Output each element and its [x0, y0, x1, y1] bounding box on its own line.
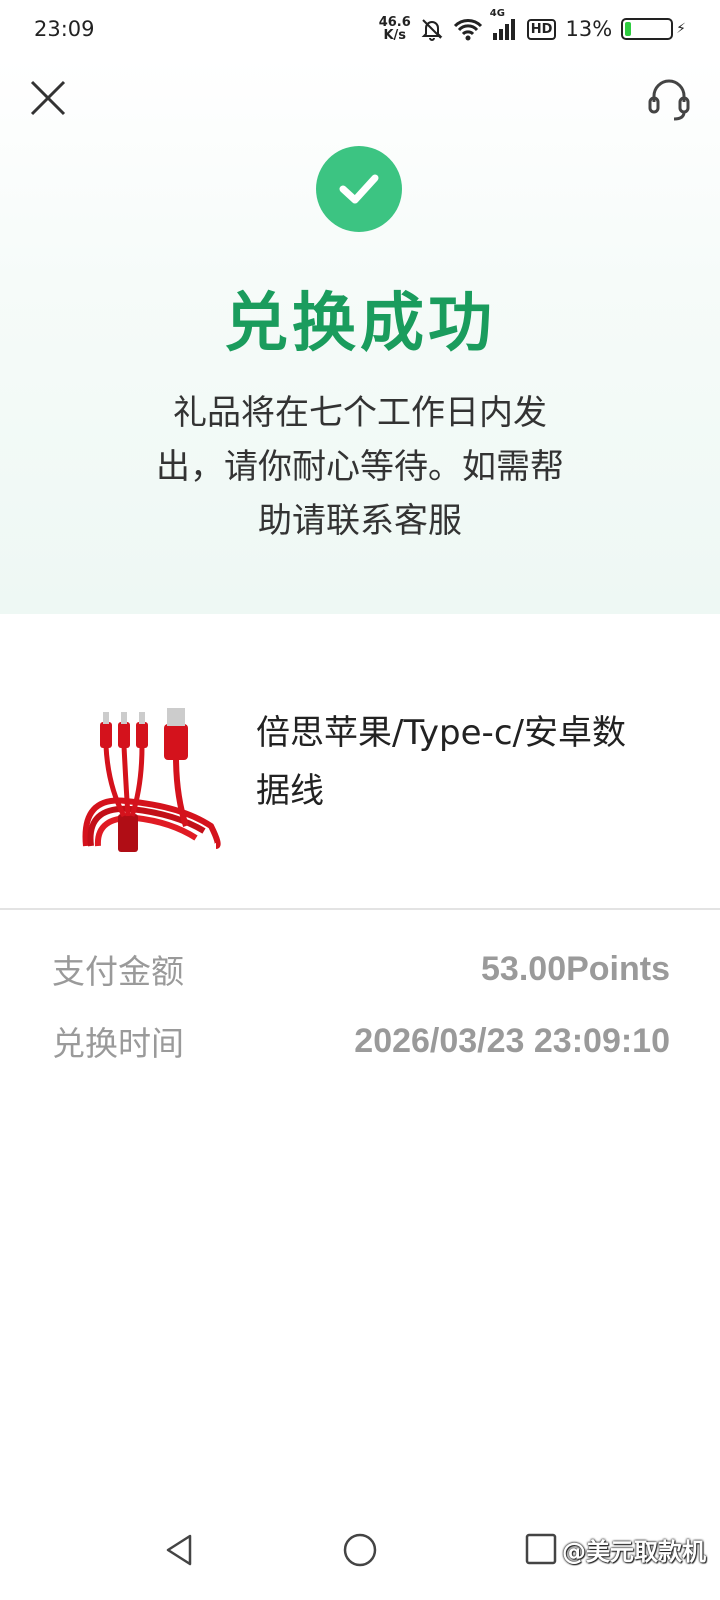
amount-value: 53.00Points [481, 949, 670, 988]
mute-bell-icon [421, 19, 443, 41]
battery-fill [625, 22, 631, 36]
recent-apps-icon[interactable] [524, 1532, 558, 1566]
amount-row: 支付金额 53.00Points [52, 944, 670, 994]
exchange-time-value: 2026/03/23 23:09:10 [354, 1021, 670, 1060]
wifi-icon [453, 19, 482, 41]
cellular-signal: 4G [490, 8, 518, 40]
status-bar: 23:09 46.6 K/s 4G HD 13% ⚡ [0, 0, 720, 58]
network-type: 4G [489, 8, 505, 19]
product-image [82, 708, 221, 852]
charging-bolt-icon: ⚡ [676, 21, 686, 37]
back-triangle-icon[interactable] [160, 1530, 200, 1570]
amount-label: 支付金额 [52, 952, 184, 991]
network-speed: 46.6 K/s [379, 16, 411, 42]
result-title: 兑换成功 [224, 287, 496, 361]
exchange-time-label: 兑换时间 [52, 1024, 184, 1063]
success-check-icon [316, 146, 402, 232]
battery-body [621, 18, 674, 40]
watermark: @美元取款机 [562, 1538, 706, 1566]
product-card: 倍思苹果/Type-c/安卓数据线 [0, 614, 720, 910]
net-speed-unit: K/s [383, 28, 407, 43]
product-name: 倍思苹果/Type-c/安卓数据线 [256, 713, 626, 811]
result-description: 礼品将在七个工作日内发出，请你耐心等待。如需帮助请联系客服 [156, 393, 564, 541]
checkmark-icon [339, 174, 379, 204]
screen: 23:09 46.6 K/s 4G HD 13% ⚡ 兑换成功 礼品将在七个工作… [0, 0, 720, 1600]
status-time: 23:09 [34, 17, 95, 41]
exchange-time-row: 兑换时间 2026/03/23 23:09:10 [52, 1016, 670, 1066]
home-circle-icon[interactable] [340, 1530, 380, 1570]
signal-bars-icon [492, 19, 515, 40]
close-icon[interactable] [28, 78, 68, 118]
battery-indicator: ⚡ [621, 18, 686, 40]
section-divider [0, 908, 720, 910]
hd-badge: HD [526, 18, 557, 40]
status-icons: 46.6 K/s 4G HD 13% ⚡ [379, 8, 686, 42]
headset-icon[interactable] [644, 74, 694, 124]
battery-percent: 13% [565, 17, 613, 41]
